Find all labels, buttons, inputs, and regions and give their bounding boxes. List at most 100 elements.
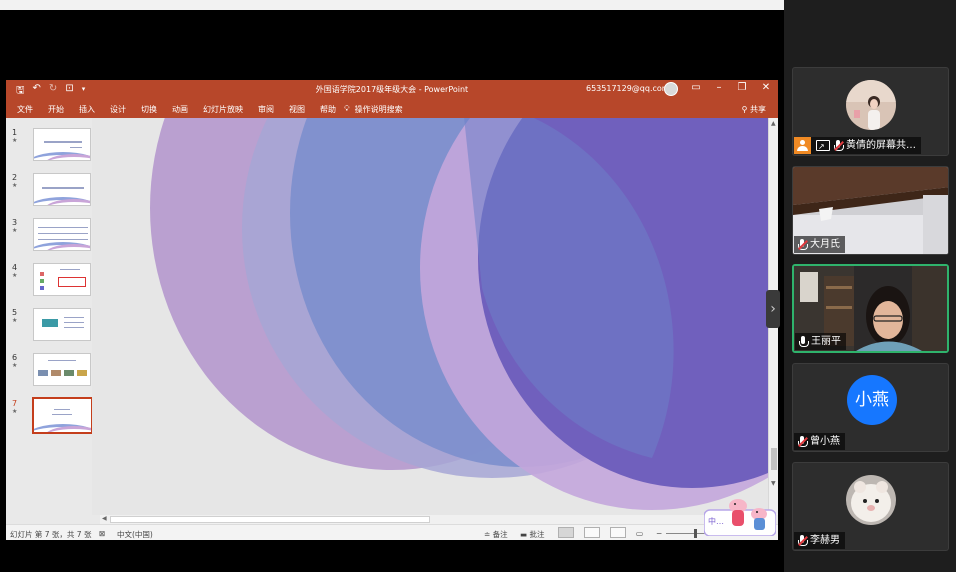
slide-background-circles xyxy=(150,118,768,510)
peppa-pig-sticker: 中… xyxy=(704,499,776,536)
svg-text:中…: 中… xyxy=(708,516,724,526)
animation-star-icon: ★ xyxy=(12,227,18,234)
participant-nameplate: 王丽平 xyxy=(795,333,846,350)
tab-review[interactable]: 审阅 xyxy=(258,104,274,115)
slide-preview xyxy=(33,263,91,296)
slide-number: 3 xyxy=(12,218,18,227)
slide-editing-canvas[interactable] xyxy=(92,118,768,515)
avatar xyxy=(846,80,896,130)
comments-button[interactable]: ▬ 批注 xyxy=(520,529,544,540)
tab-view[interactable]: 视图 xyxy=(289,104,305,115)
participant-nameplate: 黄倩的屏幕共… xyxy=(794,137,921,155)
slide-number: 4 xyxy=(12,263,18,272)
slide-thumbnail-6[interactable]: 6 ★ xyxy=(12,353,92,393)
participant-nameplate: 曾小燕 xyxy=(794,433,845,450)
scroll-up-arrow-icon[interactable]: ▲ xyxy=(771,120,776,127)
animation-star-icon: ★ xyxy=(12,137,18,144)
tab-slideshow[interactable]: 幻灯片放映 xyxy=(203,104,243,115)
slide-preview-selected xyxy=(32,397,93,434)
slideshow-view-icon[interactable]: ▭ xyxy=(636,529,643,538)
reading-view-button[interactable] xyxy=(610,527,626,538)
powerpoint-window: 🖫 ↶ ↻ ⊡ ▾ 外国语学院2017级年级大会 - PowerPoint 65… xyxy=(6,80,778,540)
participant-name: 黄倩的屏幕共… xyxy=(846,140,916,151)
tab-animations[interactable]: 动画 xyxy=(172,104,188,115)
tab-home[interactable]: 开始 xyxy=(48,104,64,115)
mic-muted-icon xyxy=(797,435,808,448)
title-bar: 🖫 ↶ ↻ ⊡ ▾ 外国语学院2017级年级大会 - PowerPoint 65… xyxy=(6,80,778,99)
account-avatar[interactable] xyxy=(664,82,678,96)
scroll-left-arrow-icon[interactable]: ◀ xyxy=(102,515,107,522)
screen-share-icon xyxy=(816,138,830,155)
participant-tile[interactable]: 黄倩的屏幕共… xyxy=(792,67,949,156)
comments-label: 批注 xyxy=(529,530,545,539)
notes-button[interactable]: ≐ 备注 xyxy=(484,529,508,540)
slide-thumbnail-4[interactable]: 4 ★ xyxy=(12,263,92,303)
slide-thumbnail-5[interactable]: 5 ★ xyxy=(12,308,92,348)
participants-panel: 黄倩的屏幕共… 大月氏 xyxy=(784,0,956,572)
share-label: 共享 xyxy=(750,105,766,114)
participant-tile[interactable]: 李赫男 xyxy=(792,462,949,551)
scrollbar-thumb[interactable] xyxy=(110,516,430,523)
language-indicator[interactable]: 中文(中国) xyxy=(117,529,153,540)
meeting-window: 🖫 ↶ ↻ ⊡ ▾ 外国语学院2017级年级大会 - PowerPoint 65… xyxy=(0,0,956,572)
ribbon-display-options-icon[interactable]: ▭ xyxy=(688,82,704,93)
tell-me-label: 操作说明搜索 xyxy=(354,105,403,114)
lightbulb-icon: 💡︎ xyxy=(344,104,350,113)
tab-help[interactable]: 帮助 xyxy=(320,104,336,115)
slide-thumbnail-1[interactable]: 1 ★ xyxy=(12,128,92,168)
mic-muted-icon xyxy=(833,139,844,152)
tab-insert[interactable]: 插入 xyxy=(79,104,95,115)
person-icon: ⚲ xyxy=(741,105,748,114)
animation-star-icon: ★ xyxy=(12,362,18,369)
slide-preview xyxy=(33,173,91,206)
slide-thumbnail-2[interactable]: 2 ★ xyxy=(12,173,92,213)
accessibility-icon[interactable]: ⊠ xyxy=(99,529,105,538)
slide-number: 7 xyxy=(12,399,18,408)
normal-view-button[interactable] xyxy=(558,527,574,538)
close-button[interactable]: ✕ xyxy=(758,82,774,93)
account-email[interactable]: 653517129@qq.com xyxy=(586,84,670,93)
participant-tile[interactable]: 小燕 曾小燕 xyxy=(792,363,949,452)
scrollbar-thumb[interactable] xyxy=(771,448,777,470)
participant-nameplate: 大月氏 xyxy=(794,236,845,253)
participant-name: 李赫男 xyxy=(810,535,840,546)
host-icon xyxy=(794,137,811,154)
scroll-down-arrow-icon[interactable]: ▼ xyxy=(771,480,776,487)
slide-thumbnail-3[interactable]: 3 ★ xyxy=(12,218,92,258)
slide-preview xyxy=(33,353,91,386)
slide-number: 5 xyxy=(12,308,18,317)
notes-label: 备注 xyxy=(492,530,508,539)
animation-star-icon: ★ xyxy=(12,272,18,279)
zoom-out-button[interactable]: − xyxy=(656,529,662,538)
participant-name: 大月氏 xyxy=(810,239,840,250)
slide-sorter-view-button[interactable] xyxy=(584,527,600,538)
horizontal-scrollbar[interactable]: ◀ xyxy=(100,515,768,524)
avatar: 小燕 xyxy=(847,375,897,425)
share-button[interactable]: ⚲ 共享 xyxy=(742,104,766,115)
slide-preview xyxy=(33,218,91,251)
animation-star-icon: ★ xyxy=(12,182,18,189)
collapse-panel-chevron-icon[interactable]: › xyxy=(766,290,780,328)
minimize-button[interactable]: – xyxy=(711,82,727,93)
tell-me-search[interactable]: 💡︎ 操作说明搜索 xyxy=(344,104,403,115)
participant-name: 王丽平 xyxy=(811,336,841,347)
slide-thumbnail-pane: 1 ★ 2 ★ 3 ★ 4 ★ 5 ★ 6 ★ 7 ★ xyxy=(6,118,93,524)
slide-number: 2 xyxy=(12,173,18,182)
slide-number: 6 xyxy=(12,353,18,362)
animation-star-icon: ★ xyxy=(12,408,18,415)
ribbon-tabs: 文件 开始 插入 设计 切换 动画 幻灯片放映 审阅 视图 帮助 💡︎ 操作说明… xyxy=(6,99,778,118)
slide-counter: 幻灯片 第 7 张，共 7 张 xyxy=(10,530,92,539)
mic-icon xyxy=(798,335,809,348)
restore-button[interactable]: ❐ xyxy=(734,82,750,93)
zoom-slider-handle[interactable] xyxy=(694,529,697,538)
slide-thumbnail-7[interactable]: 7 ★ xyxy=(12,397,93,439)
tab-design[interactable]: 设计 xyxy=(110,104,126,115)
mic-muted-icon xyxy=(797,238,808,251)
tab-file[interactable]: 文件 xyxy=(17,104,33,115)
participant-tile-active-speaker[interactable]: 王丽平 xyxy=(792,264,949,353)
participant-name: 曾小燕 xyxy=(810,436,840,447)
slide-preview xyxy=(33,128,91,161)
slide-number: 1 xyxy=(12,128,18,137)
tab-transitions[interactable]: 切换 xyxy=(141,104,157,115)
participant-tile[interactable]: 大月氏 xyxy=(792,166,949,255)
